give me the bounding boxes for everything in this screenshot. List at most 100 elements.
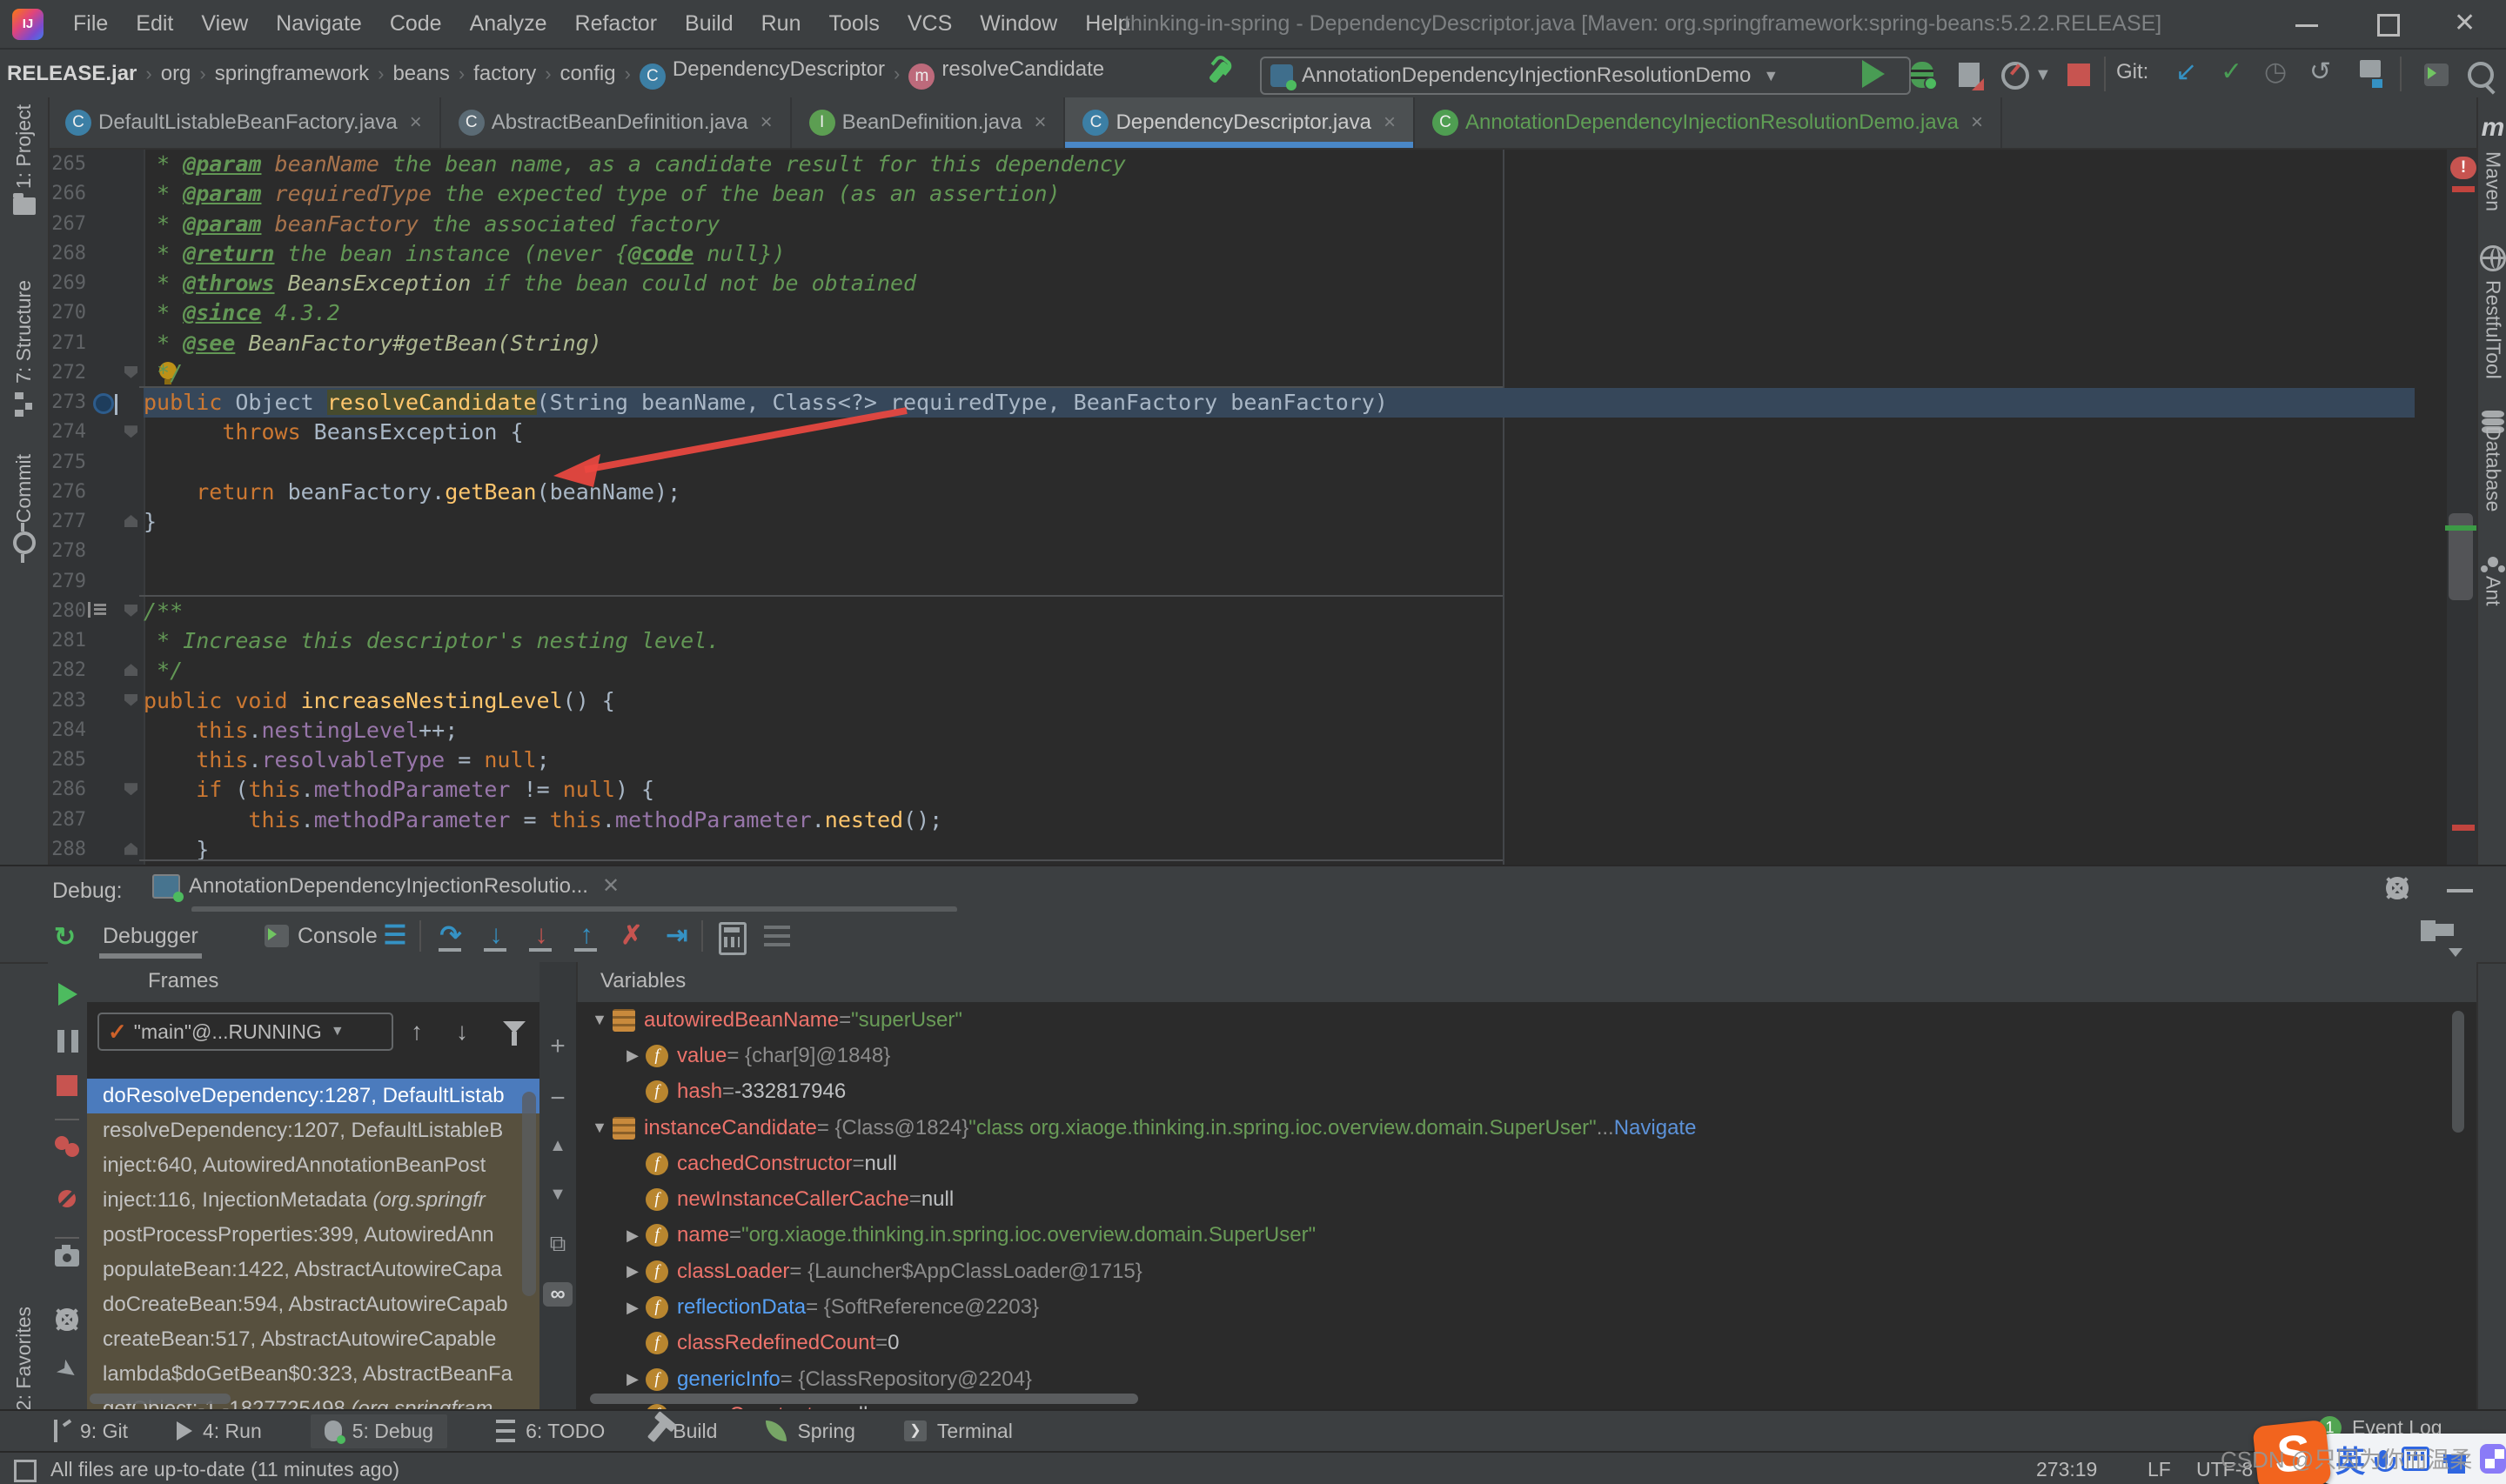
fold-marker-icon[interactable] [124,515,137,527]
variable-row[interactable]: f hash = -332817946 [576,1074,2476,1110]
thread-dump-camera-icon[interactable] [48,1245,87,1267]
fold-marker-icon[interactable] [124,693,137,706]
sidebar-item-ant[interactable]: Ant [2478,557,2506,606]
error-stripe[interactable] [2445,150,2478,865]
view-breakpoints-icon[interactable] [48,1136,87,1150]
stack-frame-row[interactable]: postProcessProperties:399, AutowiredAnn [87,1218,539,1253]
stack-frame-row[interactable]: lambda$doGetBean$0:323, AbstractBeanFa [87,1357,539,1392]
rerun-icon[interactable]: ↻ [54,922,76,953]
tab-DefaultListableBeanFactory.java[interactable]: C DefaultListableBeanFactory.java × [48,97,441,148]
breadcrumb-item[interactable]: beans [392,62,449,86]
variable-row[interactable]: ▼ instanceCandidate = {Class@1824} "class… [576,1110,2476,1146]
search-everywhere-icon[interactable] [2466,60,2496,95]
tab-debugger[interactable]: Debugger [99,912,202,960]
tool-window-button-build[interactable]: Build [647,1420,717,1443]
error-stripe-mark[interactable] [2452,825,2475,831]
show-watches-icon[interactable]: ∞ [543,1282,573,1307]
expander-icon[interactable]: ▶ [620,1262,646,1280]
error-count-badge[interactable]: ! [2450,157,2476,179]
mute-breakpoints-icon[interactable] [48,1190,87,1207]
close-button[interactable]: ✕ [2454,10,2478,37]
frame-down-icon[interactable]: ↓ [456,1018,468,1046]
rollback-button[interactable]: ↺ [2309,57,2339,86]
expander-icon[interactable]: ▶ [620,1046,646,1065]
tab-close-icon[interactable]: × [761,110,773,135]
tab-close-icon[interactable]: × [1034,110,1046,135]
close-icon[interactable]: ✕ [602,873,620,899]
evaluate-expression-icon[interactable] [717,920,748,955]
fold-marker-icon[interactable] [124,604,137,617]
move-up-icon[interactable]: ▲ [539,1136,576,1156]
variable-row[interactable]: ▶ f genericInfo = {ClassRepository@2204} [576,1361,2476,1397]
caret-position[interactable]: 273:19 [2036,1458,2097,1481]
menu-tools[interactable]: Tools [814,11,893,37]
expander-icon[interactable]: ▶ [620,1370,646,1388]
run-to-cursor-icon[interactable]: ⇥ [661,920,693,952]
fold-marker-icon[interactable] [124,425,137,438]
menu-window[interactable]: Window [966,11,1071,37]
breadcrumb-item[interactable]: factory [473,62,536,86]
tool-window-button-5-debug[interactable]: 5: Debug [310,1414,448,1448]
stack-frame-row[interactable]: doResolveDependency:1287, DefaultListab [87,1079,539,1113]
debug-button[interactable] [1907,60,1938,90]
pause-icon[interactable] [48,1030,87,1053]
tab-DependencyDescriptor.java[interactable]: C DependencyDescriptor.java × [1065,97,1415,148]
stop-button[interactable] [2064,60,2094,90]
fold-marker-icon[interactable] [124,664,137,677]
menu-navigate[interactable]: Navigate [262,11,376,37]
coverage-button[interactable] [1954,60,1984,90]
frames-scrollbar[interactable] [522,1092,536,1296]
restore-layout-icon[interactable] [2421,920,2462,957]
menu-view[interactable]: View [187,11,262,37]
sidebar-item-database[interactable]: Database [2478,411,2506,511]
variable-row[interactable]: f cachedConstructor = null [576,1146,2476,1181]
variable-row[interactable]: ▼ autowiredBeanName = "superUser" [576,1002,2476,1038]
debug-session-tab[interactable]: AnnotationDependencyInjectionResolutio..… [152,873,620,902]
tool-window-button-9-git[interactable]: 9: Git [54,1420,128,1443]
remove-watch-icon[interactable]: − [539,1084,576,1113]
menu-analyze[interactable]: Analyze [456,11,561,37]
fold-marker-icon[interactable] [124,365,137,378]
menu-build[interactable]: Build [671,11,747,37]
hide-panel-icon[interactable] [2447,889,2473,892]
profiler-chevron-icon[interactable]: ▼ [2034,65,2064,95]
stack-frame-row[interactable]: populateBean:1422, AbstractAutowireCapa [87,1253,539,1287]
run-button[interactable] [1862,60,1892,90]
minimize-button[interactable] [2295,12,2320,37]
frame-up-icon[interactable]: ↑ [411,1018,423,1046]
step-into-icon[interactable]: ↓ [480,920,512,952]
line-ending[interactable]: LF [2148,1458,2171,1481]
variable-row[interactable]: f newInstanceCallerCache = null [576,1181,2476,1217]
step-out-icon[interactable]: ↑ [571,920,602,952]
history-clock-icon[interactable]: ◷ [2264,57,2294,86]
tab-BeanDefinition.java[interactable]: I BeanDefinition.java × [792,97,1066,148]
expander-icon[interactable]: ▼ [586,1011,613,1029]
pin-icon[interactable]: ➤ [44,1347,92,1393]
gutter-lines-icon[interactable] [88,601,106,618]
tool-window-button-terminal[interactable]: ❯ Terminal [903,1420,1013,1443]
git-update-button[interactable]: ↙ [2175,57,2205,86]
sidebar-item-restfultool[interactable]: RestfulTool [2478,245,2506,379]
profiler-button[interactable] [2000,60,2029,90]
stack-frame-row[interactable]: inject:640, AutowiredAnnotationBeanPost [87,1148,539,1183]
stack-frame-row[interactable]: resolveDependency:1207, DefaultListableB [87,1113,539,1148]
step-over-icon[interactable]: ↷ [435,920,466,952]
sidebar-item-maven[interactable]: m Maven [2478,113,2506,211]
sidebar-item-7-structure[interactable]: 7: Structure [0,280,48,417]
tab-AbstractBeanDefinition.java[interactable]: C AbstractBeanDefinition.java × [441,97,792,148]
variable-row[interactable]: ▶ f name = "org.xiaoge.thinking.in.spring.… [576,1218,2476,1253]
breadcrumb-item[interactable]: C DependencyDescriptor [639,57,885,90]
maximize-button[interactable] [2374,12,2400,37]
wrench-icon[interactable] [1208,52,1241,87]
stack-frame-row[interactable]: doCreateBean:594, AbstractAutowireCapab [87,1287,539,1322]
project-structure-icon[interactable] [2360,60,2389,90]
breadcrumb-item[interactable]: org [161,62,191,86]
fold-marker-icon[interactable] [124,842,137,855]
breadcrumb-item[interactable]: config [560,62,616,86]
variable-row[interactable]: ▶ f value = {char[9]@1848} [576,1038,2476,1073]
view-options-icon[interactable] [764,920,795,952]
navigate-link[interactable]: Navigate [1614,1116,1697,1140]
stop-icon[interactable] [48,1075,87,1096]
sidebar-item-commit[interactable]: Commit [0,454,48,564]
tab-close-icon[interactable]: × [1971,110,1983,135]
